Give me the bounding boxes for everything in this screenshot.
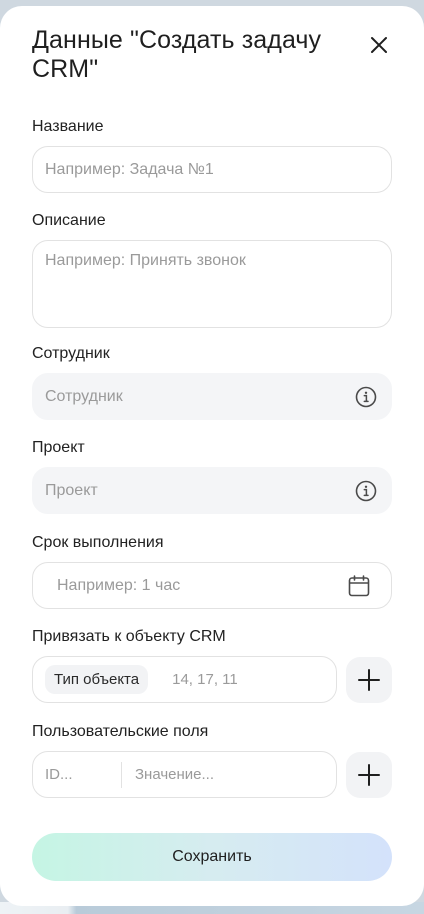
name-input[interactable]: Например: Задача №1 bbox=[32, 146, 392, 193]
add-custom-field-button[interactable] bbox=[346, 752, 392, 798]
employee-label: Сотрудник bbox=[32, 345, 110, 362]
plus-icon bbox=[358, 764, 380, 786]
description-placeholder: Например: Принять звонок bbox=[45, 252, 246, 269]
info-icon[interactable] bbox=[354, 385, 378, 409]
custom-field-row: ID... Значение... bbox=[32, 751, 337, 798]
project-placeholder: Проект bbox=[45, 481, 98, 499]
project-label: Проект bbox=[32, 439, 85, 456]
dialog-title: Данные "Создать задачу CRM" bbox=[32, 26, 322, 83]
description-textarea[interactable]: Например: Принять звонок bbox=[32, 240, 392, 328]
crm-task-dialog: Данные "Создать задачу CRM" Название Нап… bbox=[0, 6, 424, 906]
calendar-icon[interactable] bbox=[347, 574, 371, 598]
custom-field-value-input[interactable]: Значение... bbox=[122, 766, 214, 783]
crm-link-label: Привязать к объекту CRM bbox=[32, 628, 226, 645]
save-button[interactable]: Сохранить bbox=[32, 833, 392, 881]
name-placeholder: Например: Задача №1 bbox=[45, 160, 214, 178]
deadline-placeholder: Например: 1 час bbox=[57, 576, 181, 594]
info-icon[interactable] bbox=[354, 479, 378, 503]
plus-icon bbox=[358, 669, 380, 691]
description-label: Описание bbox=[32, 212, 106, 229]
add-crm-object-button[interactable] bbox=[346, 657, 392, 703]
object-ids-placeholder: 14, 17, 11 bbox=[172, 671, 238, 688]
employee-placeholder: Сотрудник bbox=[45, 387, 123, 405]
deadline-input[interactable]: Например: 1 час bbox=[32, 562, 392, 609]
crm-object-input[interactable]: Тип объекта 14, 17, 11 bbox=[32, 656, 337, 703]
close-button[interactable] bbox=[364, 30, 394, 60]
name-label: Название bbox=[32, 118, 104, 135]
project-select[interactable]: Проект bbox=[32, 467, 392, 514]
custom-fields-label: Пользовательские поля bbox=[32, 723, 209, 740]
object-type-chip[interactable]: Тип объекта bbox=[45, 665, 149, 694]
deadline-label: Срок выполнения bbox=[32, 534, 164, 551]
employee-select[interactable]: Сотрудник bbox=[32, 373, 392, 420]
custom-field-id-input[interactable]: ID... bbox=[33, 766, 121, 783]
close-icon bbox=[371, 37, 387, 53]
